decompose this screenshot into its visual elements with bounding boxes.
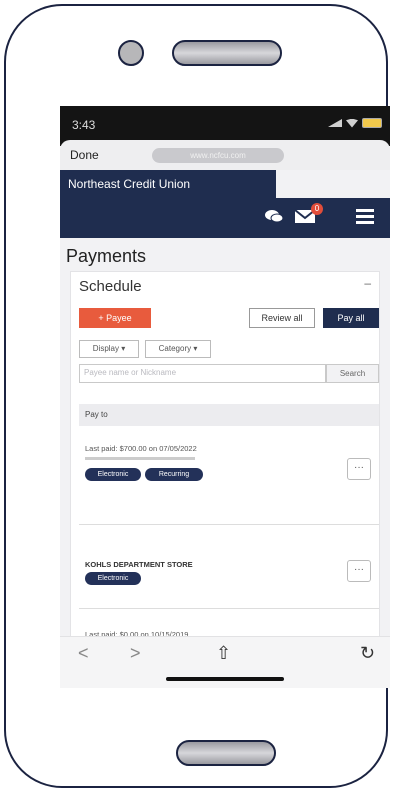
done-button[interactable]: Done: [70, 148, 99, 162]
battery-icon: [362, 118, 382, 128]
phone-frame: 3:43 Done www.ncfcu.com Northeast Credit…: [4, 4, 390, 788]
payee-search-input[interactable]: Payee name or Nickname: [79, 364, 326, 383]
browser-bar: Done www.ncfcu.com: [60, 140, 390, 170]
mail-badge: 0: [311, 203, 323, 215]
chat-bubbles-icon[interactable]: [264, 208, 284, 229]
pay-to-header: Pay to: [79, 404, 379, 426]
share-icon[interactable]: ⇧: [216, 643, 231, 664]
browser-toolbar: < > ⇧ ↻: [60, 636, 390, 688]
home-button[interactable]: [176, 740, 276, 766]
main-content: Payments Schedule – + Payee Review all P…: [60, 238, 390, 688]
recurring-tag: Recurring: [145, 468, 203, 481]
signal-icon: [328, 119, 342, 127]
forward-arrow-icon[interactable]: >: [130, 643, 141, 664]
earpiece-speaker: [172, 40, 282, 66]
status-time: 3:43: [72, 118, 96, 132]
review-all-button[interactable]: Review all: [249, 308, 315, 328]
back-arrow-icon[interactable]: <: [78, 643, 89, 664]
wifi-icon: [346, 118, 358, 128]
display-dropdown[interactable]: Display ▾: [79, 340, 139, 358]
top-navbar: 0: [60, 198, 390, 238]
payee-row[interactable]: KOHLS DEPARTMENT STORE Electronic ···: [79, 534, 379, 609]
phone-screen: 3:43 Done www.ncfcu.com Northeast Credit…: [60, 106, 390, 688]
url-field[interactable]: www.ncfcu.com: [152, 148, 284, 163]
home-indicator: [166, 677, 284, 681]
collapse-icon[interactable]: –: [364, 276, 371, 290]
more-options-button[interactable]: ···: [347, 560, 371, 582]
electronic-tag: Electronic: [85, 572, 141, 585]
more-options-button[interactable]: ···: [347, 458, 371, 480]
payee-name-blur: [85, 457, 195, 460]
category-dropdown[interactable]: Category ▾: [145, 340, 211, 358]
add-payee-button[interactable]: + Payee: [79, 308, 151, 328]
bank-header: Northeast Credit Union: [60, 170, 390, 198]
front-camera: [118, 40, 144, 66]
schedule-title: Schedule: [79, 278, 142, 295]
last-paid-text: Last paid: $700.00 on 07/05/2022: [85, 444, 197, 453]
payee-name: KOHLS DEPARTMENT STORE: [85, 560, 193, 569]
payee-row[interactable]: Last paid: $700.00 on 07/05/2022 Electro…: [79, 434, 379, 525]
pay-all-button[interactable]: Pay all: [323, 308, 379, 328]
electronic-tag: Electronic: [85, 468, 141, 481]
search-button[interactable]: Search: [326, 364, 379, 383]
hamburger-menu-icon[interactable]: [356, 208, 374, 229]
reload-icon[interactable]: ↻: [360, 643, 375, 664]
page-title: Payments: [66, 246, 147, 266]
schedule-card: Schedule – + Payee Review all Pay all Di…: [70, 271, 380, 688]
status-icons: [328, 118, 382, 128]
bank-name[interactable]: Northeast Credit Union: [60, 170, 276, 198]
